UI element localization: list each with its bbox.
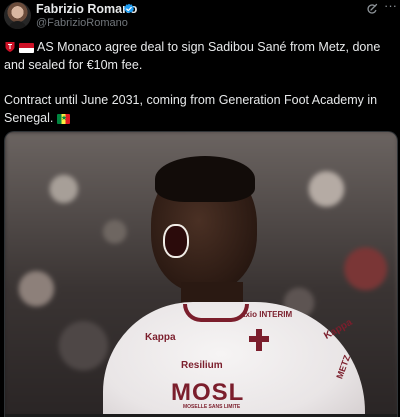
tweet-line-1: AS Monaco agree deal to sign Sadibou San…: [4, 40, 381, 72]
tweet-paragraph-1: AS Monaco agree deal to sign Sadibou San…: [4, 38, 398, 74]
more-icon[interactable]: ···: [384, 0, 398, 13]
sponsor-mosl-tagline: MOSELLE SANS LIMITE: [183, 404, 241, 410]
sponsor-resilium: Resilium: [181, 360, 223, 371]
player-hair: [155, 156, 255, 202]
sponsor-mosl: MOSL: [171, 379, 245, 406]
tweet-paragraph-2: Contract until June 2031, coming from Ge…: [4, 91, 398, 127]
tweet-header: Fabrizio Romano @FabrizioRomano ···: [0, 0, 400, 34]
author-handle[interactable]: @FabrizioRomano: [36, 17, 128, 29]
player-mouth: [163, 224, 189, 258]
verified-badge-icon: [124, 3, 134, 14]
kappa-logo: Kappa: [145, 332, 176, 343]
avatar[interactable]: [4, 2, 31, 29]
sponsor-axio: axio INTERIM: [241, 310, 293, 319]
shirt-collar: [183, 304, 249, 322]
tweet-photo[interactable]: Kappa Kappa axio INTERIM Resilium MOSL M…: [4, 131, 398, 417]
monaco-flag-icon: [19, 43, 34, 53]
tweet: Fabrizio Romano @FabrizioRomano ··· AS M…: [0, 0, 400, 417]
tweet-text: AS Monaco agree deal to sign Sadibou San…: [4, 38, 398, 127]
club-badge-icon: [5, 42, 15, 52]
senegal-flag-icon: ★: [56, 114, 70, 124]
grok-icon[interactable]: [366, 3, 378, 15]
club-crest-icon: [249, 329, 269, 351]
